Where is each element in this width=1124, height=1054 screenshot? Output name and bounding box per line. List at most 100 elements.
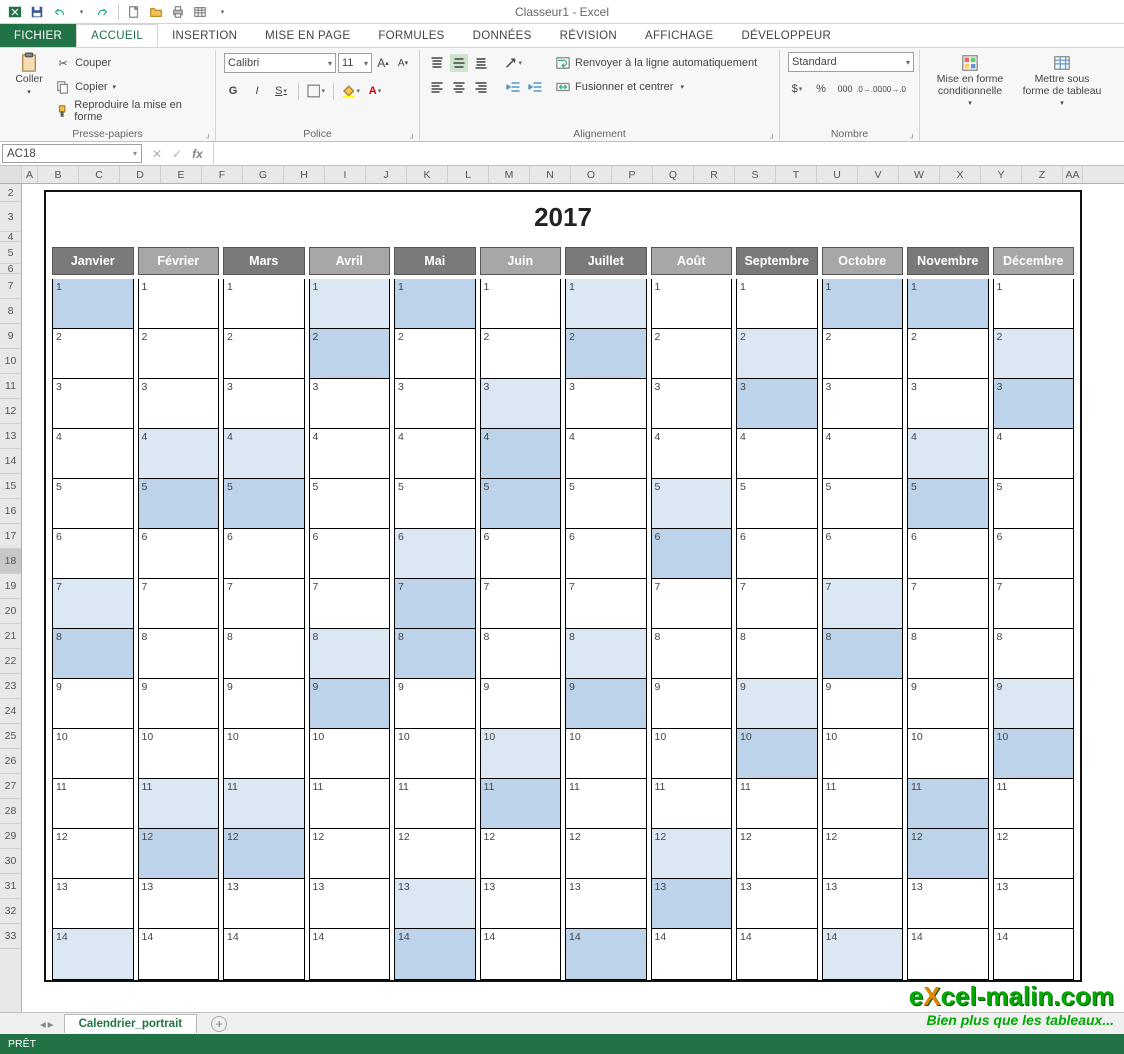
day-cell[interactable]: 6 [310, 529, 390, 579]
day-cell[interactable]: 5 [994, 479, 1074, 529]
day-cell[interactable]: 11 [908, 779, 988, 829]
row-header-30[interactable]: 30 [0, 849, 21, 874]
day-cell[interactable]: 4 [994, 429, 1074, 479]
day-cell[interactable]: 5 [395, 479, 475, 529]
day-cell[interactable]: 9 [737, 679, 817, 729]
day-cell[interactable]: 14 [310, 929, 390, 979]
day-cell[interactable]: 13 [994, 879, 1074, 929]
day-cell[interactable]: 6 [994, 529, 1074, 579]
enter-formula-icon[interactable]: ✓ [172, 147, 182, 161]
day-cell[interactable]: 8 [395, 629, 475, 679]
paste-button[interactable]: Coller ▾ [8, 52, 50, 96]
day-cell[interactable]: 1 [994, 279, 1074, 329]
new-doc-icon[interactable] [123, 2, 145, 22]
row-header-33[interactable]: 33 [0, 924, 21, 949]
col-header-K[interactable]: K [407, 166, 448, 183]
tab-developpeur[interactable]: DÉVELOPPEUR [728, 24, 846, 47]
day-cell[interactable]: 1 [53, 279, 133, 329]
day-cell[interactable]: 2 [310, 329, 390, 379]
day-cell[interactable]: 10 [652, 729, 732, 779]
day-cell[interactable]: 12 [908, 829, 988, 879]
tab-file[interactable]: FICHIER [0, 24, 76, 47]
col-header-H[interactable]: H [284, 166, 325, 183]
redo-icon[interactable] [92, 2, 114, 22]
day-cell[interactable]: 6 [823, 529, 903, 579]
day-cell[interactable]: 9 [310, 679, 390, 729]
day-cell[interactable]: 14 [53, 929, 133, 979]
day-cell[interactable]: 2 [481, 329, 561, 379]
row-header-17[interactable]: 17 [0, 524, 21, 549]
save-icon[interactable] [26, 2, 48, 22]
day-cell[interactable]: 13 [823, 879, 903, 929]
day-cell[interactable]: 3 [224, 379, 304, 429]
qat-customize-icon[interactable] [211, 2, 233, 22]
col-header-C[interactable]: C [79, 166, 120, 183]
col-header-N[interactable]: N [530, 166, 571, 183]
row-header-3[interactable]: 3 [0, 202, 21, 232]
day-cell[interactable]: 14 [994, 929, 1074, 979]
day-cell[interactable]: 11 [395, 779, 475, 829]
day-cell[interactable]: 8 [53, 629, 133, 679]
formula-input[interactable] [213, 142, 1124, 165]
worksheet-content[interactable]: 2017 JanvierFévrierMarsAvrilMaiJuinJuill… [22, 184, 1124, 1012]
day-cell[interactable]: 2 [737, 329, 817, 379]
wrap-text-button[interactable]: Renvoyer à la ligne automatiquement [554, 52, 757, 74]
row-header-24[interactable]: 24 [0, 699, 21, 724]
col-header-Z[interactable]: Z [1022, 166, 1063, 183]
day-cell[interactable]: 1 [908, 279, 988, 329]
day-cell[interactable]: 7 [652, 579, 732, 629]
col-header-V[interactable]: V [858, 166, 899, 183]
day-cell[interactable]: 10 [224, 729, 304, 779]
day-cell[interactable]: 10 [395, 729, 475, 779]
day-cell[interactable]: 7 [53, 579, 133, 629]
day-cell[interactable]: 9 [395, 679, 475, 729]
day-cell[interactable]: 12 [139, 829, 219, 879]
day-cell[interactable]: 3 [139, 379, 219, 429]
day-cell[interactable]: 3 [310, 379, 390, 429]
day-cell[interactable]: 9 [908, 679, 988, 729]
day-cell[interactable]: 7 [139, 579, 219, 629]
tab-formules[interactable]: FORMULES [364, 24, 458, 47]
day-cell[interactable]: 8 [652, 629, 732, 679]
row-header-4[interactable]: 4 [0, 232, 21, 242]
day-cell[interactable]: 9 [53, 679, 133, 729]
day-cell[interactable]: 11 [566, 779, 646, 829]
row-header-5[interactable]: 5 [0, 242, 21, 264]
day-cell[interactable]: 10 [908, 729, 988, 779]
day-cell[interactable]: 4 [53, 429, 133, 479]
row-header-16[interactable]: 16 [0, 499, 21, 524]
day-cell[interactable]: 11 [53, 779, 133, 829]
select-all-corner[interactable] [0, 166, 22, 183]
col-header-A[interactable]: A [22, 166, 38, 183]
open-icon[interactable] [145, 2, 167, 22]
italic-button[interactable]: I [248, 82, 266, 100]
number-format-combo[interactable]: Standard▾ [788, 52, 914, 72]
table-quick-icon[interactable] [189, 2, 211, 22]
day-cell[interactable]: 14 [395, 929, 475, 979]
day-cell[interactable]: 13 [652, 879, 732, 929]
col-header-O[interactable]: O [571, 166, 612, 183]
day-cell[interactable]: 2 [53, 329, 133, 379]
day-cell[interactable]: 1 [481, 279, 561, 329]
row-headers[interactable]: 2345678910111213141516171819202122232425… [0, 184, 22, 1012]
col-header-F[interactable]: F [202, 166, 243, 183]
col-header-Y[interactable]: Y [981, 166, 1022, 183]
row-header-8[interactable]: 8 [0, 299, 21, 324]
fx-icon[interactable]: fx [192, 147, 203, 161]
row-header-32[interactable]: 32 [0, 899, 21, 924]
format-painter-button[interactable]: Reproduire la mise en forme [54, 100, 207, 122]
day-cell[interactable]: 11 [823, 779, 903, 829]
day-cell[interactable]: 11 [994, 779, 1074, 829]
day-cell[interactable]: 3 [908, 379, 988, 429]
borders-icon[interactable] [307, 82, 325, 100]
row-header-26[interactable]: 26 [0, 749, 21, 774]
day-cell[interactable]: 14 [139, 929, 219, 979]
col-header-P[interactable]: P [612, 166, 653, 183]
day-cell[interactable]: 1 [652, 279, 732, 329]
row-header-2[interactable]: 2 [0, 184, 21, 202]
day-cell[interactable]: 7 [481, 579, 561, 629]
row-header-6[interactable]: 6 [0, 264, 21, 274]
col-header-L[interactable]: L [448, 166, 489, 183]
day-cell[interactable]: 13 [224, 879, 304, 929]
day-cell[interactable]: 12 [652, 829, 732, 879]
